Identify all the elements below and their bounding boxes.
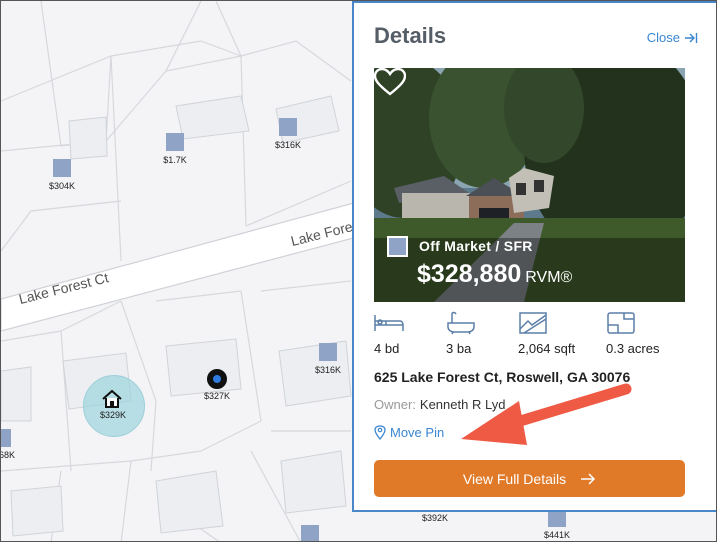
property-status: Off Market / SFR [419,238,533,254]
property-pin-price[interactable]: $1.7K [163,155,187,165]
selected-property-marker[interactable] [207,369,227,389]
property-pin-marker[interactable] [53,159,71,177]
property-price: $328,880 RVM® [417,260,572,289]
property-stats: 4 bd 3 ba 2,064 sqft 0.3 acres [374,311,694,359]
close-button[interactable]: Close [647,30,698,45]
property-pin-price[interactable]: 68K [1,450,15,460]
stat-label: 2,064 sqft [518,341,576,356]
map-pin-icon[interactable] [374,425,386,440]
property-pin-price[interactable]: $304K [49,181,75,191]
house-icon [102,389,122,408]
owner-label: Owner: [374,397,416,412]
sqft-icon [519,312,547,334]
view-full-details-button[interactable]: View Full Details [374,460,685,497]
stat-lot: 0.3 acres [606,311,659,356]
stat-label: 3 ba [446,341,472,356]
select-checkbox[interactable] [387,236,408,257]
arrow-right-icon[interactable] [580,472,596,485]
details-panel: Details Close Off Market / SFR $328,880 … [352,1,716,512]
stat-beds: 4 bd [374,311,404,356]
lot-icon [607,312,635,334]
view-full-details-label[interactable]: View Full Details [463,471,566,487]
property-pin-marker[interactable] [301,525,319,541]
panel-title: Details [374,23,447,48]
stat-sqft: 2,064 sqft [518,311,575,356]
property-pin-price[interactable]: $327K [204,391,230,401]
property-pin-price[interactable]: $441K [544,530,570,540]
property-pin-price[interactable]: $392K [422,513,448,523]
price-suffix: RVM® [525,269,573,286]
property-pin-marker[interactable] [1,429,11,447]
property-pin-marker[interactable] [319,343,337,361]
close-label[interactable]: Close [647,30,680,45]
property-pin-price[interactable]: $316K [315,365,341,375]
stat-label: 4 bd [374,341,400,356]
property-address: 625 Lake Forest Ct, Roswell, GA 30076 [374,369,631,385]
heart-icon[interactable] [374,68,406,96]
property-photo: Off Market / SFR $328,880 RVM® [374,68,685,302]
price-value: $328,880 [417,260,522,288]
property-pin-price[interactable]: $329K [100,410,126,420]
stat-label: 0.3 acres [606,341,660,356]
owner-row: Owner: Kenneth R Lyd [374,397,505,412]
collapse-right-icon[interactable] [684,32,698,44]
property-pin-marker[interactable] [279,118,297,136]
app-frame: Lake Forest Ct Lake Forest Ct $304K $1.7… [0,0,717,542]
owner-name: Kenneth R Lyd [419,397,506,412]
stat-baths: 3 ba [446,311,476,356]
property-pin-price[interactable]: $316K [275,140,301,150]
move-pin-link[interactable]: Move Pin [374,425,444,440]
bed-icon [374,315,404,331]
move-pin-label[interactable]: Move Pin [390,425,444,440]
property-pin-marker[interactable] [166,133,184,151]
bath-icon [447,311,475,335]
